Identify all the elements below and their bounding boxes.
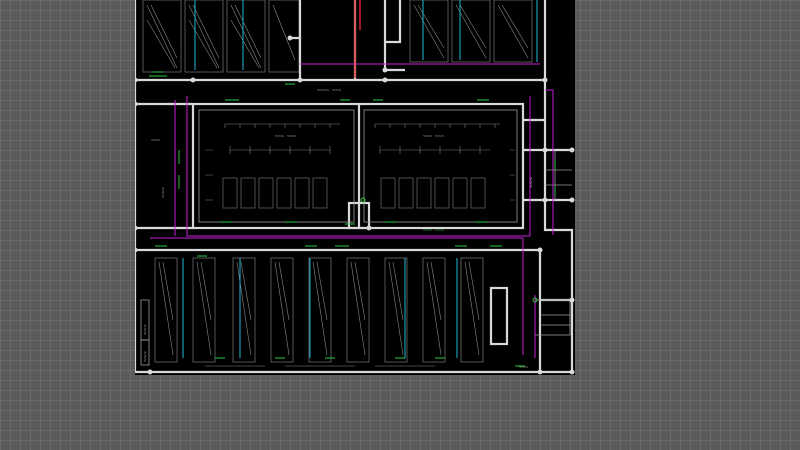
hall-left-equipment xyxy=(205,123,340,209)
label-corridor-mid: ~~~ ~~~ xyxy=(423,228,444,234)
label-stair-note: ~~~ xyxy=(528,177,535,188)
label-bottom-right: ~~~ xyxy=(519,365,528,371)
label-side-left-b: ~~~ xyxy=(142,351,149,362)
label-hall-right-title: ~~~ ~~~ xyxy=(423,134,444,140)
cad-viewport[interactable]: ~~~~ ~~~ ~~~ ~~~ ~~~ ~~~ ~~~ ~~~ ~~~ ~~~… xyxy=(0,0,800,450)
upper-right-racks xyxy=(409,0,533,63)
label-room-top: ~~~~ ~~~ xyxy=(317,88,341,94)
building-walls xyxy=(135,0,574,374)
duct-magenta-network xyxy=(150,63,554,358)
upper-left-racks xyxy=(142,0,300,73)
wall-junction-nodes xyxy=(135,35,575,375)
hall-right-equipment xyxy=(374,123,515,209)
label-hall-left-title: ~~~ ~~~ xyxy=(275,134,296,140)
fitting-markers xyxy=(149,71,556,367)
floor-plan-sheet[interactable]: ~~~~ ~~~ ~~~ ~~~ ~~~ ~~~ ~~~ ~~~ ~~~ ~~~… xyxy=(135,0,575,375)
floor-plan-drawing: ~~~~ ~~~ ~~~ ~~~ ~~~ ~~~ ~~~ ~~~ ~~~ ~~~… xyxy=(135,0,575,375)
label-side-left-a: ~~~ xyxy=(142,324,149,335)
label-side-left-c: ~~~ xyxy=(160,187,167,198)
lower-rack-rooms xyxy=(154,257,484,367)
upper-rack-rooms xyxy=(142,0,533,73)
label-room-left: ~~~ xyxy=(151,138,160,144)
